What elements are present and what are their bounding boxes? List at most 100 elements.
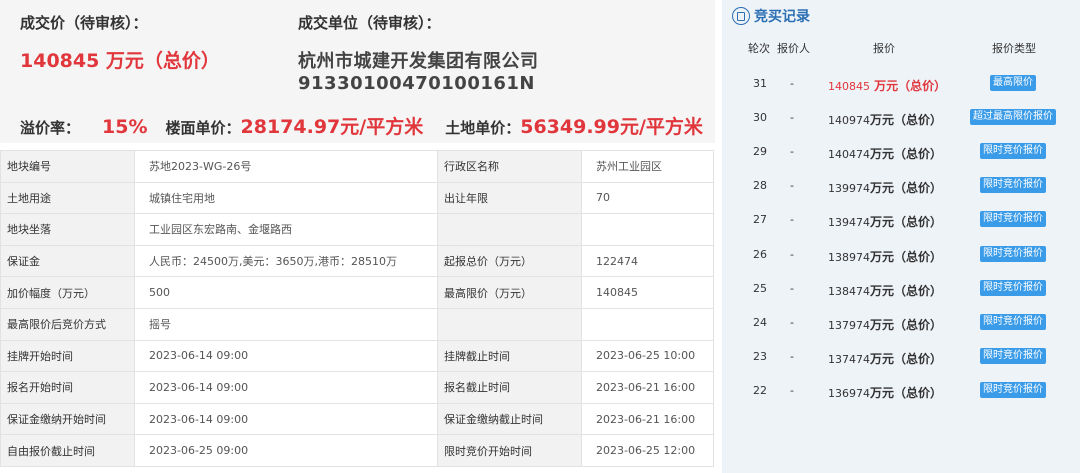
bid-amount: 140845 万元（总价） <box>828 77 946 94</box>
bid-amount-unit: 万元（总价） <box>870 283 943 298</box>
detail-label: 最高限价（万元） <box>437 276 582 309</box>
price-metrics-row: 溢价率： 15% 楼面单价： 28174.97元/平方米 土地单价： 56349… <box>20 112 703 139</box>
detail-value: 城镇住宅用地 <box>134 181 438 215</box>
bid-type-badge: 限时竞价报价 <box>980 347 1046 364</box>
bid-amount-number: 139474 <box>828 216 870 230</box>
deal-unit-name: 杭州市城建开发集团有限公司 <box>298 51 539 72</box>
bid-amount-unit: 万元（总价） <box>870 113 943 128</box>
bid-record-row: 28 - 139974万元（总价） 限时竞价报价 <box>722 176 1080 196</box>
bid-bidder: - <box>790 281 794 295</box>
detail-value: 2023-06-25 10:00 <box>581 339 714 373</box>
bid-record-row: 30 - 140974万元（总价） 超过最高限价报价 <box>722 108 1080 128</box>
detail-label: 挂牌截止时间 <box>437 339 582 373</box>
detail-row: 保证金缴纳开始时间 2023-06-14 09:00 保证金缴纳截止时间 2023-0… <box>0 402 714 436</box>
detail-label: 保证金缴纳开始时间 <box>0 402 135 436</box>
land-price-value: 56349.99元/平方米 <box>520 116 703 138</box>
bid-round: 28 <box>753 179 767 193</box>
premium-rate-label: 溢价率： <box>20 119 81 137</box>
bid-round: 22 <box>753 383 767 397</box>
detail-label: 报名截止时间 <box>437 371 582 404</box>
bid-amount-unit: 万元（总价） <box>870 79 947 93</box>
bid-round: 24 <box>753 315 767 329</box>
detail-value: 140845 <box>581 276 714 309</box>
detail-label: 限时竞价开始时间 <box>437 434 582 467</box>
bid-record-row: 24 - 137974万元（总价） 限时竞价报价 <box>722 313 1080 333</box>
detail-value: 苏州工业园区 <box>581 150 714 183</box>
detail-label: 自由报价截止时间 <box>0 434 135 467</box>
bid-bidder: - <box>790 145 794 159</box>
bid-type-badge: 限时竞价报价 <box>980 177 1046 194</box>
bid-amount-unit: 万元（总价） <box>870 147 943 162</box>
detail-row: 报名开始时间 2023-06-14 09:00 报名截止时间 2023-06-21 1… <box>0 371 714 404</box>
detail-label: 地块坐落 <box>0 213 135 246</box>
bid-record-row: 31 - 140845 万元（总价） 最高限价 <box>722 74 1080 94</box>
bid-record-header: 竞买记录 <box>732 6 810 26</box>
bid-amount-unit: 万元（总价） <box>870 249 943 264</box>
col-bidder: 报价人 <box>777 42 810 55</box>
deal-price-value: 140845 万元（总价） <box>20 50 220 72</box>
bid-record-row: 25 - 138474万元（总价） 限时竞价报价 <box>722 279 1080 299</box>
bid-record-row: 29 - 140474万元（总价） 限时竞价报价 <box>722 142 1080 162</box>
detail-row: 土地用途 城镇住宅用地 出让年限 70 <box>0 181 714 215</box>
col-round: 轮次 <box>748 42 770 55</box>
detail-value: 2023-06-25 09:00 <box>134 434 438 467</box>
bid-amount: 140474万元（总价） <box>828 145 942 162</box>
bid-record-row: 27 - 139474万元（总价） 限时竞价报价 <box>722 210 1080 230</box>
bid-amount: 137974万元（总价） <box>828 316 942 333</box>
bid-amount: 136974万元（总价） <box>828 384 942 401</box>
bid-round: 25 <box>753 281 767 295</box>
bid-record-columns: 轮次 报价人 报价 报价类型 <box>722 40 1080 56</box>
detail-value: 2023-06-14 09:00 <box>134 339 438 373</box>
bid-record-title: 竞买记录 <box>754 9 810 25</box>
detail-label: 加价幅度（万元） <box>0 276 135 309</box>
detail-value: 2023-06-14 09:00 <box>134 371 438 404</box>
detail-label: 行政区名称 <box>437 150 582 183</box>
detail-row: 自由报价截止时间 2023-06-25 09:00 限时竞价开始时间 2023-06-… <box>0 434 714 467</box>
bid-round: 27 <box>753 213 767 227</box>
detail-label: 保证金缴纳截止时间 <box>437 402 582 436</box>
bid-type-badge: 限时竞价报价 <box>980 211 1046 228</box>
bid-type-badge: 限时竞价报价 <box>980 279 1046 296</box>
bid-type-badge: 超过最高限价报价 <box>970 109 1056 126</box>
detail-row: 地块坐落 工业园区东宏路南、金堰路西 <box>0 213 714 246</box>
premium-rate-value: 15% <box>102 116 148 138</box>
bid-bidder: - <box>790 179 794 193</box>
detail-value: 500 <box>134 276 438 309</box>
land-detail-table: 地块编号 苏地2023-WG-26号 行政区名称 苏州工业园区 土地用途 城镇住宅用地 出让… <box>0 150 714 467</box>
floor-price-label: 楼面单价： <box>165 119 241 137</box>
detail-label: 挂牌开始时间 <box>0 339 135 373</box>
deal-unit-code: 91330100470100161N <box>298 73 535 94</box>
bid-type-badge: 限时竞价报价 <box>980 381 1046 398</box>
detail-value <box>581 213 714 246</box>
bid-amount-number: 138974 <box>828 250 870 264</box>
bid-amount: 138474万元（总价） <box>828 282 942 299</box>
bid-amount: 140974万元（总价） <box>828 111 942 128</box>
detail-row: 挂牌开始时间 2023-06-14 09:00 挂牌截止时间 2023-06-25 1… <box>0 339 714 373</box>
detail-value: 2023-06-25 12:00 <box>581 434 714 467</box>
bid-record-row: 23 - 137474万元（总价） 限时竞价报价 <box>722 347 1080 367</box>
bid-amount-number: 137974 <box>828 318 870 332</box>
bid-amount-unit: 万元（总价） <box>870 317 943 332</box>
bid-bidder: - <box>790 77 794 90</box>
detail-value: 70 <box>581 181 714 215</box>
bid-amount-number: 140974 <box>828 114 870 128</box>
bid-bidder: - <box>790 349 794 363</box>
detail-label: 起报总价（万元） <box>437 244 582 278</box>
detail-value: 人民币：24500万,美元：3650万,港币：28510万 <box>134 244 438 278</box>
detail-label <box>437 307 582 341</box>
detail-label: 保证金 <box>0 244 135 278</box>
detail-label: 最高限价后竞价方式 <box>0 307 135 341</box>
bid-record-panel: 竞买记录 轮次 报价人 报价 报价类型 31 - 140845 万元（总价） 最高限价… <box>722 0 1080 473</box>
bid-amount-unit: 万元（总价） <box>870 385 943 400</box>
bid-amount-number: 140845 <box>828 80 870 93</box>
detail-label: 土地用途 <box>0 181 135 215</box>
bid-bidder: - <box>790 111 794 125</box>
bid-bidder: - <box>790 213 794 227</box>
col-bid: 报价 <box>873 42 895 55</box>
bid-bidder: - <box>790 315 794 329</box>
bid-amount-unit: 万元（总价） <box>870 181 943 196</box>
bid-amount-number: 139974 <box>828 182 870 196</box>
col-type: 报价类型 <box>992 42 1036 55</box>
bid-type-badge: 限时竞价报价 <box>980 313 1046 330</box>
detail-value: 122474 <box>581 244 714 278</box>
